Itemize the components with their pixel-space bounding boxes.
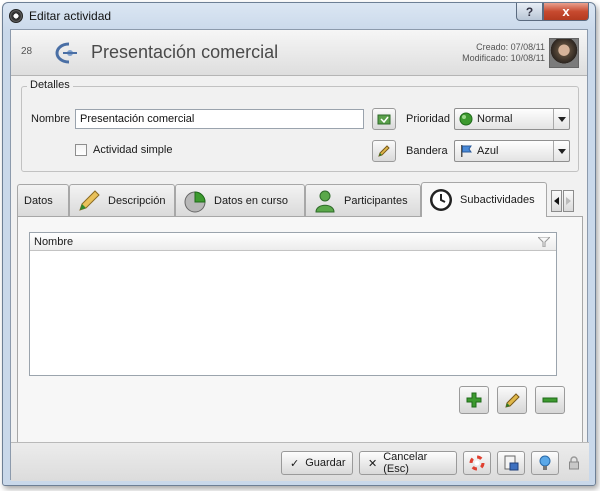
lock-icon[interactable] — [567, 456, 581, 470]
dialog-footer: ✓ Guardar ✕ Cancelar (Esc) — [11, 442, 589, 481]
close-icon: x — [562, 4, 570, 19]
pencil-icon — [79, 189, 100, 211]
flag-value: Azul — [477, 145, 499, 157]
tab-strip: Datos Descripción Datos en curso Partici… — [11, 182, 589, 217]
filter-icon[interactable] — [538, 237, 550, 247]
people-icon — [315, 190, 335, 212]
created-date: Creado: 07/08/11 — [476, 42, 545, 52]
app-icon — [9, 9, 23, 23]
chevron-left-icon — [554, 197, 559, 205]
tab-scroll-left[interactable] — [551, 190, 562, 212]
pencil-icon — [505, 393, 520, 408]
edit-button[interactable] — [372, 140, 396, 162]
help-lifebuoy-button[interactable] — [463, 451, 491, 475]
details-legend: Detalles — [27, 79, 73, 91]
record-id: 28 — [21, 46, 33, 57]
avatar[interactable] — [549, 38, 579, 68]
lifebuoy-icon — [469, 455, 485, 471]
info-button[interactable] — [531, 451, 559, 475]
tab-subactividades[interactable]: Subactividades — [421, 182, 547, 217]
priority-select[interactable]: Normal — [454, 108, 570, 130]
pie-chart-icon — [184, 190, 206, 212]
tab-label: Subactividades — [460, 194, 535, 206]
chevron-down-icon — [553, 109, 569, 129]
cancel-label: Cancelar (Esc) — [383, 451, 428, 475]
dialog-window: Editar actividad ? x 28 Presentación com… — [2, 2, 596, 486]
close-button[interactable]: x — [543, 3, 589, 21]
checkmark-icon: ✓ — [290, 457, 300, 470]
chevron-right-icon — [566, 197, 571, 205]
simple-activity-label: Actividad simple — [93, 144, 173, 156]
document-icon — [504, 455, 519, 471]
edit-subactivity-button[interactable] — [497, 386, 527, 414]
clock-icon — [430, 189, 452, 211]
tab-label: Datos — [24, 194, 53, 207]
cancel-button[interactable]: ✕ Cancelar (Esc) — [359, 451, 457, 475]
save-button[interactable]: ✓ Guardar — [281, 451, 353, 475]
tab-datos-en-curso[interactable]: Datos en curso — [175, 184, 305, 216]
record-header: 28 Presentación comercial Creado: 07/08/… — [11, 30, 587, 76]
chevron-down-icon — [553, 141, 569, 161]
pencil-icon — [378, 145, 390, 157]
details-group: Detalles Nombre Actividad simple Priorid… — [21, 79, 579, 172]
add-subactivity-button[interactable] — [459, 386, 489, 414]
grid-header-nombre[interactable]: Nombre — [30, 233, 556, 251]
column-header: Nombre — [34, 236, 74, 248]
activity-type-icon — [55, 42, 77, 64]
tab-label: Participantes — [344, 194, 408, 207]
save-label: Guardar — [305, 457, 346, 469]
flag-icon — [461, 145, 472, 157]
modified-date: Modificado: 10/08/11 — [462, 53, 545, 63]
plus-icon — [466, 392, 482, 408]
name-label: Nombre — [31, 113, 71, 125]
subactivities-grid[interactable]: Nombre — [29, 232, 557, 376]
name-field[interactable] — [75, 109, 364, 129]
flag-select[interactable]: Azul — [454, 140, 570, 162]
dialog-body: 28 Presentación comercial Creado: 07/08/… — [10, 29, 589, 481]
priority-value: Normal — [477, 113, 513, 125]
green-dot-icon — [459, 112, 473, 126]
tab-label: Descripción — [108, 194, 166, 207]
title-bar: Editar actividad ? x — [3, 3, 595, 29]
name-action-button[interactable] — [372, 108, 396, 130]
cross-icon: ✕ — [368, 457, 378, 470]
minus-icon — [542, 397, 558, 403]
tab-label: Datos en curso — [214, 194, 288, 207]
simple-activity-checkbox[interactable] — [75, 144, 87, 156]
tab-scroll-right[interactable] — [563, 190, 574, 212]
help-icon: ? — [525, 4, 534, 19]
record-dates: Creado: 07/08/11 Modificado: 10/08/11 — [462, 42, 545, 64]
remove-subactivity-button[interactable] — [535, 386, 565, 414]
tab-datos[interactable]: Datos — [17, 184, 69, 216]
tab-participantes[interactable]: Participantes — [305, 184, 421, 216]
window-title: Editar actividad — [29, 9, 112, 23]
priority-label: Prioridad — [406, 113, 451, 125]
lightbulb-icon — [539, 455, 551, 470]
card-icon — [377, 114, 391, 125]
help-button[interactable]: ? — [516, 3, 543, 21]
flag-label: Bandera — [406, 145, 448, 157]
tab-descripcion[interactable]: Descripción — [69, 184, 175, 216]
export-button[interactable] — [497, 451, 525, 475]
record-title: Presentación comercial — [91, 42, 279, 62]
